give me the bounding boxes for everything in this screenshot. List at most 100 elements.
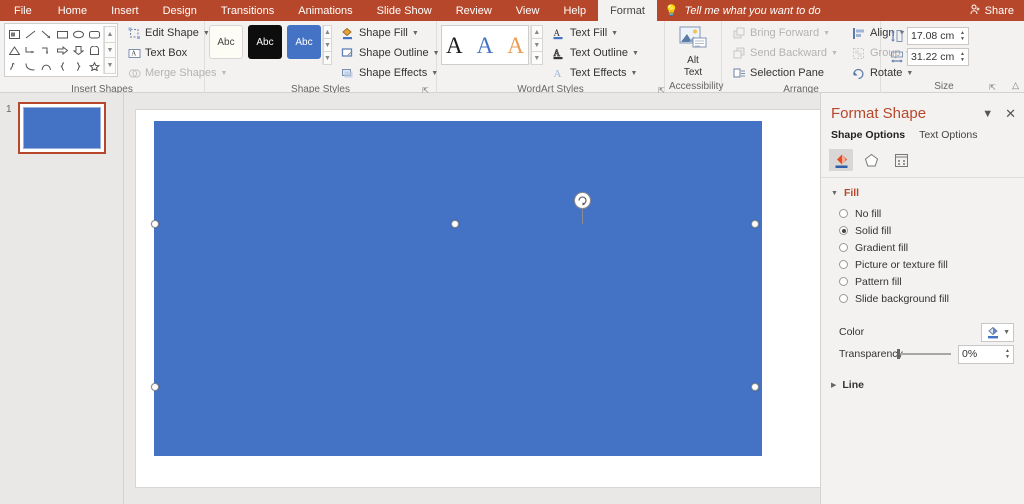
resize-handle-top-right[interactable]	[751, 220, 759, 228]
gallery-more-icon[interactable]: ▼	[104, 57, 116, 74]
shape-effects-button[interactable]: Shape Effects ▼	[337, 63, 444, 83]
collapse-ribbon-icon[interactable]: △	[1012, 80, 1019, 91]
shape-scribble-icon[interactable]	[6, 58, 22, 74]
resize-handle-middle-right[interactable]	[751, 383, 759, 391]
tab-transitions[interactable]: Transitions	[209, 0, 286, 21]
shape-oval-icon[interactable]	[70, 26, 86, 42]
stepper-down-icon[interactable]: ▼	[960, 36, 965, 42]
tab-review[interactable]: Review	[444, 0, 504, 21]
shape-left-brace-icon[interactable]	[54, 58, 70, 74]
text-effects-button[interactable]: A Text Effects ▼	[548, 63, 643, 83]
tab-shape-options[interactable]: Shape Options	[831, 129, 905, 141]
selection-pane-button[interactable]: Selection Pane	[728, 63, 842, 83]
shape-gallery[interactable]: ▲ ▼ ▼	[4, 23, 118, 77]
wordart-gallery[interactable]: A A A	[441, 25, 529, 65]
shape-width-input[interactable]: 31.22 cm ▲▼	[907, 48, 969, 66]
size-and-properties-icon[interactable]	[889, 149, 913, 171]
shape-line-arrow-icon[interactable]	[38, 26, 54, 42]
styles-scroll-up-icon[interactable]: ▲	[323, 25, 332, 38]
gallery-scroll-up-icon[interactable]: ▲	[104, 26, 116, 42]
shape-star-icon[interactable]	[86, 58, 102, 74]
shape-gallery-scroll[interactable]: ▲ ▼ ▼	[103, 26, 116, 74]
shape-curve-icon[interactable]	[22, 58, 38, 74]
shape-style-thumb-3[interactable]: Abc	[287, 25, 321, 59]
size-dialog-launcher-icon[interactable]: ⇱	[988, 83, 997, 92]
radio-picture-or-texture-fill[interactable]	[839, 260, 848, 269]
transparency-stepper[interactable]: ▲▼	[1005, 348, 1010, 360]
radio-gradient-fill[interactable]	[839, 243, 848, 252]
wordart-more-icon[interactable]: ▼	[531, 51, 543, 65]
radio-pattern-fill[interactable]	[839, 277, 848, 286]
shape-right-brace-icon[interactable]	[70, 58, 86, 74]
chevron-down-icon[interactable]: ▼	[982, 108, 993, 120]
shape-styles-gallery[interactable]: Abc Abc Abc	[209, 23, 321, 59]
slide-list-item[interactable]: 1	[0, 102, 123, 154]
tell-me-search[interactable]: 💡 Tell me what you want to do	[657, 0, 831, 21]
tab-help[interactable]: Help	[551, 0, 598, 21]
tab-view[interactable]: View	[504, 0, 552, 21]
resize-handle-middle-left[interactable]	[151, 383, 159, 391]
shape-width-stepper[interactable]: ▲▼	[960, 51, 965, 63]
radio-solid-fill[interactable]	[839, 226, 848, 235]
option-solid-fill[interactable]: Solid fill	[839, 222, 1024, 239]
fill-and-line-icon[interactable]	[829, 149, 853, 171]
styles-scroll-down-icon[interactable]: ▼	[323, 38, 332, 51]
tab-format[interactable]: Format	[598, 0, 657, 21]
shape-fill-button[interactable]: Shape Fill ▼	[337, 23, 444, 43]
tab-insert[interactable]: Insert	[99, 0, 151, 21]
wordart-gallery-scroll[interactable]: ▲ ▼ ▼	[530, 25, 543, 65]
option-no-fill[interactable]: No fill	[839, 205, 1024, 222]
text-outline-button[interactable]: A Text Outline ▼	[548, 43, 643, 63]
tab-home[interactable]: Home	[46, 0, 99, 21]
wordart-thumb-2[interactable]: A	[477, 34, 494, 57]
resize-handle-top-center[interactable]	[451, 220, 459, 228]
shape-style-thumb-2[interactable]: Abc	[248, 25, 282, 59]
option-slide-background-fill[interactable]: Slide background fill	[839, 290, 1024, 307]
transparency-slider[interactable]	[899, 353, 951, 355]
styles-more-icon[interactable]: ▼	[323, 51, 332, 65]
shape-styles-scroll[interactable]: ▲ ▼ ▼	[322, 25, 332, 65]
transparency-input[interactable]: 0% ▲▼	[958, 345, 1014, 364]
share-button[interactable]: Share	[960, 0, 1024, 21]
shape-right-arrow-icon[interactable]	[54, 42, 70, 58]
line-section-header[interactable]: ▶ Line	[821, 365, 1024, 393]
shape-recently-used-icon[interactable]	[6, 26, 22, 42]
rotate-handle-icon[interactable]	[574, 192, 591, 209]
slide-canvas[interactable]	[136, 110, 824, 487]
tab-file[interactable]: File	[0, 0, 46, 21]
shape-height-stepper[interactable]: ▲▼	[960, 30, 965, 42]
effects-icon[interactable]	[859, 149, 883, 171]
alt-text-button[interactable]: Alt Text	[670, 23, 716, 79]
tab-animations[interactable]: Animations	[286, 0, 364, 21]
wordart-scroll-down-icon[interactable]: ▼	[531, 38, 543, 51]
shape-down-arrow-icon[interactable]	[70, 42, 86, 58]
shape-rounded-rectangle-icon[interactable]	[86, 26, 102, 42]
tab-text-options[interactable]: Text Options	[919, 129, 977, 141]
tab-slide-show[interactable]: Slide Show	[365, 0, 444, 21]
shape-triangle-icon[interactable]	[6, 42, 22, 58]
stepper-down-icon[interactable]: ▼	[1005, 354, 1010, 360]
slide-thumbnail[interactable]	[18, 102, 106, 154]
shape-height-input[interactable]: 17.08 cm ▲▼	[907, 27, 969, 45]
close-icon[interactable]: ✕	[1005, 106, 1016, 122]
text-fill-button[interactable]: A Text Fill ▼	[548, 23, 643, 43]
wordart-thumb-1[interactable]: A	[446, 34, 463, 57]
shape-rectangle-icon[interactable]	[54, 26, 70, 42]
selected-rectangle-shape[interactable]	[154, 121, 762, 456]
fill-section-header[interactable]: ▼ Fill	[821, 178, 1024, 201]
shape-style-thumb-1[interactable]: Abc	[209, 25, 243, 59]
shape-elbow-connector-icon[interactable]	[22, 42, 38, 58]
chevron-down-icon[interactable]: ▼	[1003, 329, 1010, 336]
shape-curved-arrow-icon[interactable]	[86, 42, 102, 58]
radio-slide-background-fill[interactable]	[839, 294, 848, 303]
shape-arc-icon[interactable]	[38, 58, 54, 74]
transparency-slider-thumb[interactable]	[897, 349, 900, 359]
shape-elbow-arrow-icon[interactable]	[38, 42, 54, 58]
option-pattern-fill[interactable]: Pattern fill	[839, 273, 1024, 290]
wordart-scroll-up-icon[interactable]: ▲	[531, 25, 543, 38]
wordart-thumb-3[interactable]: A	[507, 34, 524, 57]
tab-design[interactable]: Design	[151, 0, 209, 21]
gallery-scroll-down-icon[interactable]: ▼	[104, 42, 116, 58]
resize-handle-top-left[interactable]	[151, 220, 159, 228]
stepper-down-icon[interactable]: ▼	[960, 57, 965, 63]
